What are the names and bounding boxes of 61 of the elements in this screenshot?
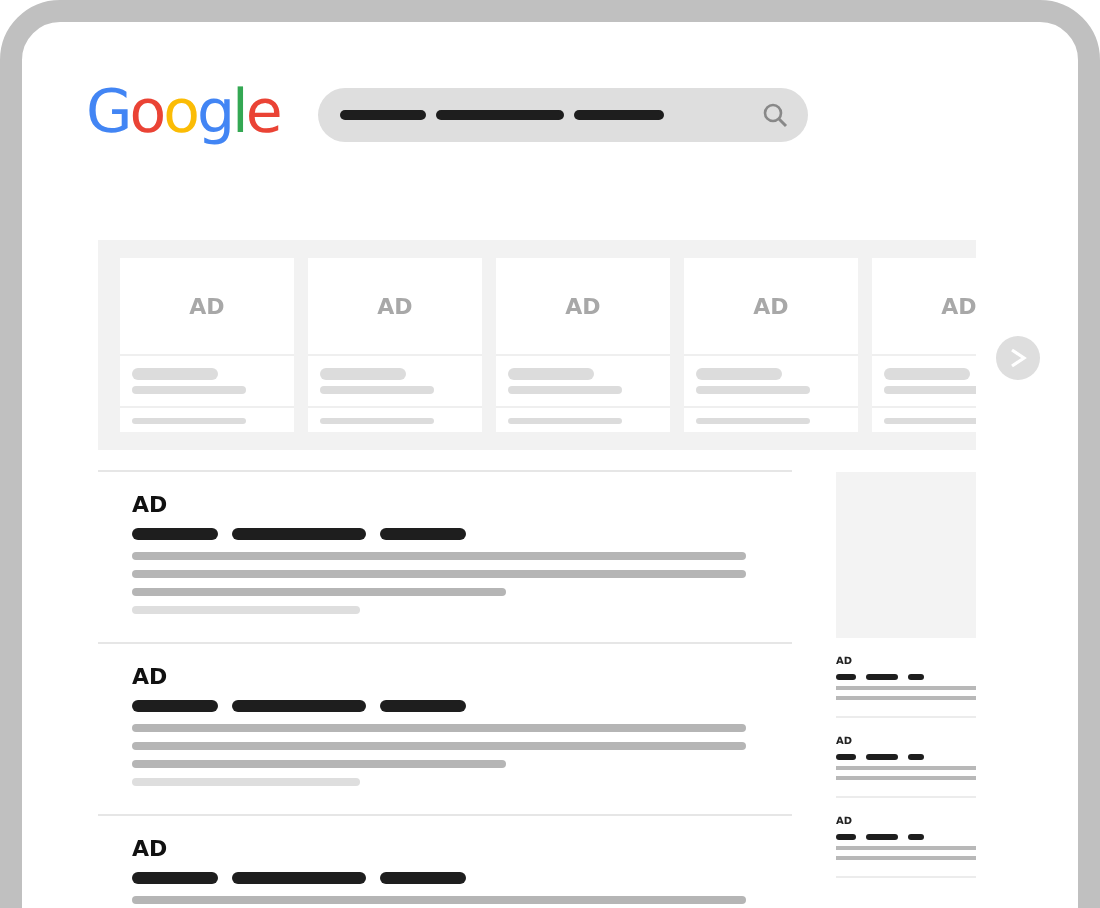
placeholder-line <box>320 417 434 423</box>
redacted-text <box>908 754 924 760</box>
redacted-text <box>232 872 366 884</box>
placeholder-line <box>884 386 976 394</box>
placeholder-line <box>836 776 976 780</box>
ad-label: AD <box>132 494 168 518</box>
placeholder-line <box>696 368 782 380</box>
placeholder-line <box>132 386 246 394</box>
placeholder-line <box>132 368 218 380</box>
redacted-text <box>908 674 924 680</box>
redacted-text <box>339 109 426 119</box>
ad-label: AD <box>189 293 225 319</box>
redacted-text <box>380 872 466 884</box>
placeholder-line <box>836 686 976 690</box>
redacted-text <box>232 700 366 712</box>
placeholder-line <box>696 417 810 423</box>
placeholder-line <box>836 696 976 700</box>
ad-label: AD <box>565 293 601 319</box>
redacted-text <box>232 528 366 540</box>
redacted-text <box>866 834 898 840</box>
placeholder-line <box>836 856 976 860</box>
placeholder-line <box>884 417 976 423</box>
placeholder-line <box>508 386 622 394</box>
ad-label: AD <box>377 293 413 319</box>
redacted-text <box>573 109 664 119</box>
ad-card[interactable]: AD <box>120 258 294 432</box>
ad-label: AD <box>132 666 168 690</box>
redacted-text <box>866 754 898 760</box>
ad-label: AD <box>941 293 976 319</box>
redacted-text <box>380 528 466 540</box>
redacted-text <box>132 700 218 712</box>
placeholder-line <box>132 417 246 423</box>
redacted-text <box>836 834 856 840</box>
ad-result[interactable]: AD <box>98 642 792 814</box>
redacted-text <box>380 700 466 712</box>
ad-card[interactable]: AD <box>308 258 482 432</box>
redacted-text <box>866 674 898 680</box>
ad-result[interactable]: AD <box>98 814 792 908</box>
ad-card[interactable]: AD <box>684 258 858 432</box>
placeholder-line <box>884 368 970 380</box>
redacted-text <box>132 872 218 884</box>
ad-label: AD <box>753 293 789 319</box>
placeholder-line <box>320 386 434 394</box>
redacted-text <box>908 834 924 840</box>
placeholder-line <box>696 386 810 394</box>
placeholder-line <box>508 417 622 423</box>
placeholder-line <box>836 766 976 770</box>
ad-card[interactable]: AD <box>872 258 976 432</box>
redacted-text <box>435 109 564 119</box>
placeholder-line <box>836 846 976 850</box>
search-field[interactable] <box>317 87 808 141</box>
redacted-text <box>836 754 856 760</box>
placeholder-line <box>508 368 594 380</box>
search-icon[interactable] <box>761 101 788 127</box>
logo: Google <box>86 82 280 146</box>
ad-label: AD <box>132 838 168 862</box>
redacted-text <box>132 528 218 540</box>
ad-result[interactable]: AD <box>98 470 792 642</box>
ad-card[interactable]: AD <box>496 258 670 432</box>
redacted-text <box>836 674 856 680</box>
placeholder-line <box>320 368 406 380</box>
